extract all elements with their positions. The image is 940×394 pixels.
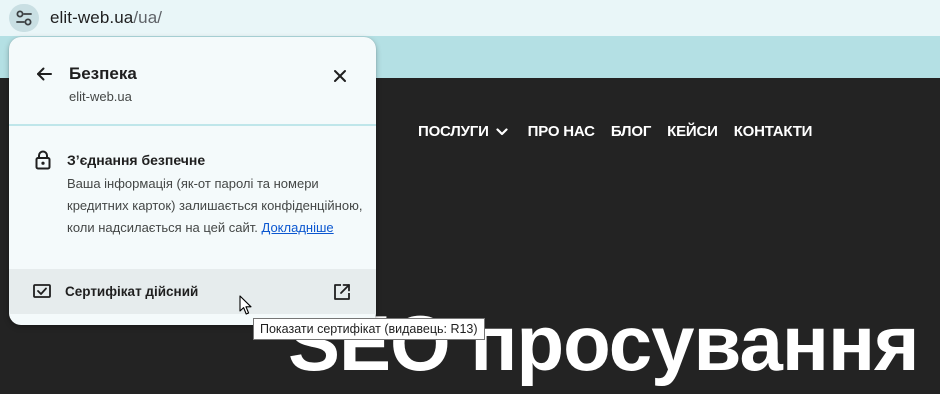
security-popup: Безпека elit-web.ua З’єднання безпечне В… (9, 37, 376, 325)
close-button[interactable] (329, 65, 351, 87)
hero-heading: SEO просування (288, 299, 920, 387)
nav-item-cases[interactable]: КЕЙСИ (667, 123, 718, 140)
nav-item-services[interactable]: ПОСЛУГИ (418, 123, 508, 140)
url-path: /ua/ (133, 8, 163, 27)
nav-item-label: КЕЙСИ (667, 123, 718, 140)
back-button[interactable] (33, 63, 55, 85)
mouse-cursor-icon (239, 295, 252, 315)
nav-item-label: ПРО НАС (527, 123, 595, 140)
chevron-down-icon (496, 127, 508, 135)
open-certificate-button[interactable] (331, 281, 353, 303)
nav-item-label: БЛОГ (610, 123, 652, 140)
learn-more-link[interactable]: Докладніше (262, 220, 334, 235)
connection-status-title: З’єднання безпечне (67, 152, 206, 168)
site-info-button[interactable] (9, 4, 39, 32)
nav-item-blog[interactable]: БЛОГ (610, 123, 652, 140)
tune-icon (16, 10, 32, 26)
nav-item-label: ПОСЛУГИ (418, 123, 489, 140)
site-nav: ПОСЛУГИ ПРО НАС БЛОГ КЕЙСИ КОНТАКТИ (418, 123, 812, 140)
arrow-back-icon (37, 67, 52, 81)
connection-description: Ваша інформація (як-от паролі та номери … (67, 173, 363, 239)
url-field[interactable]: elit-web.ua/ua/ (50, 8, 162, 28)
popup-subtitle: elit-web.ua (69, 89, 132, 104)
certificate-label: Сертифікат дійсний (65, 284, 199, 299)
url-host: elit-web.ua (50, 8, 134, 27)
nav-item-contacts[interactable]: КОНТАКТИ (734, 123, 813, 140)
certificate-row[interactable]: Сертифікат дійсний (9, 269, 376, 314)
nav-item-about[interactable]: ПРО НАС (528, 123, 595, 140)
popup-divider (9, 124, 376, 126)
certificate-icon (33, 284, 51, 298)
close-icon (334, 70, 346, 82)
external-link-icon (334, 284, 350, 300)
certificate-tooltip: Показати сертифікат (видавець: R13) (253, 318, 485, 340)
popup-title: Безпека (69, 64, 137, 83)
nav-item-label: КОНТАКТИ (733, 123, 813, 140)
lock-icon (35, 150, 51, 170)
address-bar: elit-web.ua/ua/ (0, 0, 940, 36)
